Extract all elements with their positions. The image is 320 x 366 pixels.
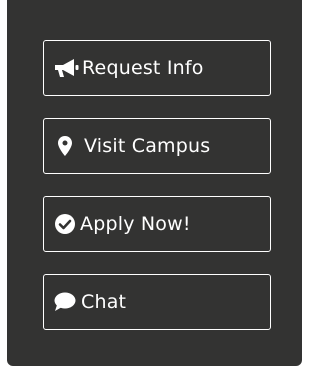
request-info-label: Request Info <box>82 57 204 79</box>
visit-campus-label: Visit Campus <box>84 135 211 157</box>
check-circle-icon <box>54 213 76 235</box>
apply-now-label: Apply Now! <box>80 213 191 235</box>
chat-button[interactable]: Chat <box>43 274 271 330</box>
cta-panel: Request Info Visit Campus Apply Now! Cha… <box>7 0 302 366</box>
chat-bubble-icon <box>54 291 76 313</box>
map-marker-icon <box>56 135 74 157</box>
request-info-button[interactable]: Request Info <box>43 40 271 96</box>
megaphone-icon <box>54 57 80 79</box>
apply-now-button[interactable]: Apply Now! <box>43 196 271 252</box>
chat-label: Chat <box>81 291 127 313</box>
visit-campus-button[interactable]: Visit Campus <box>43 118 271 174</box>
